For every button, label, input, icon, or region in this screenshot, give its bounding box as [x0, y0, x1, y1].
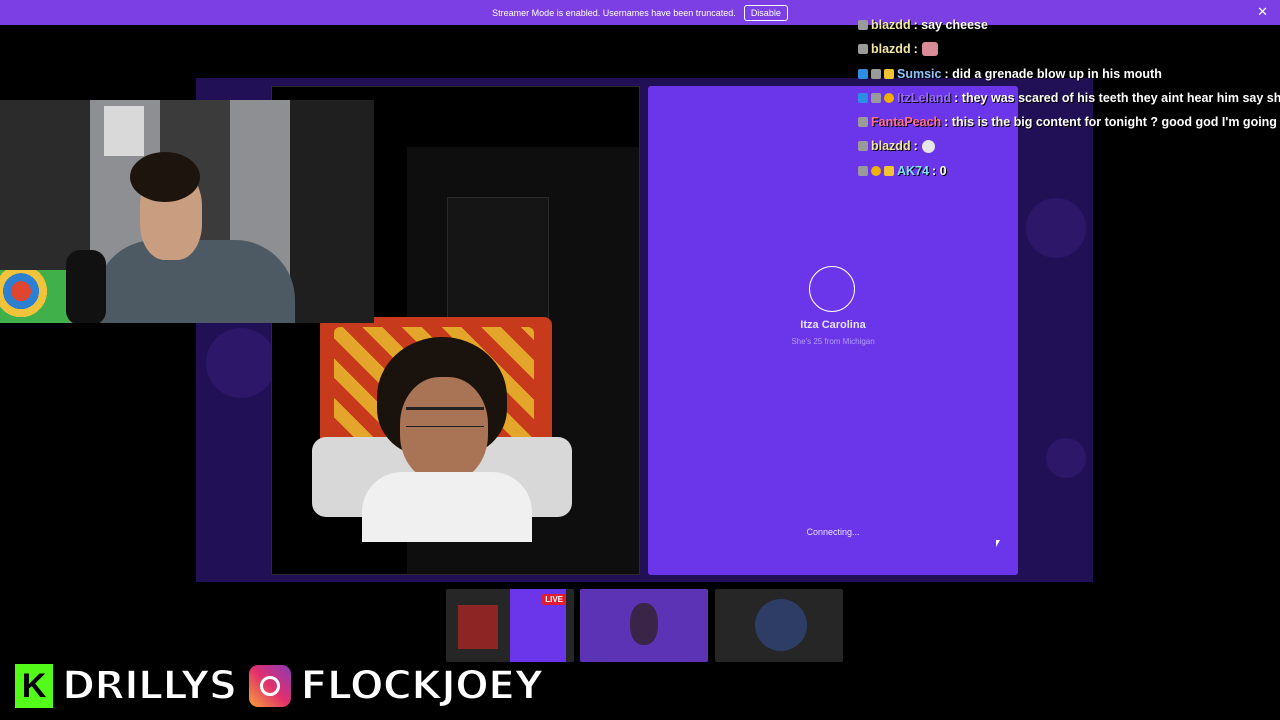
webcam-person-shirt [95, 240, 295, 323]
emote-icon [921, 42, 938, 56]
webcam-overlay [0, 100, 374, 323]
video-shelf [447, 197, 549, 319]
badge-icon [884, 166, 894, 176]
chat-text: : [913, 42, 918, 56]
badge-icon [858, 69, 868, 79]
streamer-mode-banner: Streamer Mode is enabled. Usernames have… [0, 0, 1280, 25]
thumbnail-live[interactable]: LIVE [446, 589, 574, 662]
chat-text: : [913, 139, 918, 153]
chat-message: Sumsic : did a grenade blow up in his mo… [858, 64, 1162, 84]
webcam-door [290, 100, 374, 323]
live-badge: LIVE [542, 594, 566, 605]
badge-icon [858, 117, 868, 127]
chat-message: ItzLeland : they was scared of his teeth… [858, 88, 1280, 108]
webcam-rug [0, 270, 70, 323]
chat-text: : this is the big content for tonight ? … [944, 115, 1280, 129]
thumbnail-face [630, 603, 658, 645]
mouse-cursor-icon [996, 540, 1000, 547]
chat-username: Sumsic [897, 67, 942, 81]
badge-icon [871, 93, 881, 103]
streamer-shirt [362, 472, 532, 542]
badge-icon [858, 141, 868, 151]
webcam-poster [104, 106, 144, 156]
chat-text: : say cheese [913, 18, 988, 32]
streamer-glasses [406, 407, 484, 427]
stage-decor [1046, 438, 1086, 478]
chat-text: : they was scared of his teeth they aint… [954, 91, 1280, 105]
close-icon[interactable]: ✕ [1257, 5, 1268, 19]
chat-username: FantaPeach [871, 115, 942, 129]
chat-text: : 0 [931, 164, 947, 178]
partner-subtitle: She's 25 from Michigan [791, 337, 875, 346]
chat-text: : did a grenade blow up in his mouth [944, 67, 1162, 81]
badge-icon [858, 166, 868, 176]
kick-logo-icon: K [12, 661, 56, 711]
social-handles: K DRILLYS FLOCKJOEY [12, 658, 544, 714]
thumbnail-image [458, 605, 498, 649]
instagram-handle: FLOCKJOEY [299, 662, 544, 710]
webcam-person-hair [130, 152, 200, 202]
badge-icon [858, 44, 868, 54]
badge-icon [884, 93, 894, 103]
chat-username: blazdd [871, 139, 911, 153]
skull-icon [921, 139, 935, 153]
chat-message: blazdd : say cheese [858, 15, 988, 35]
thumbnail-profile[interactable] [715, 589, 843, 662]
badge-icon [858, 93, 868, 103]
partner-avatar [809, 266, 855, 312]
chat-username: blazdd [871, 42, 911, 56]
badge-icon [858, 20, 868, 30]
thumbnail-avatar[interactable] [580, 589, 708, 662]
chat-username: blazdd [871, 18, 911, 32]
partner-panel: Itza Carolina She's 25 from Michigan Con… [648, 86, 1018, 575]
chat-username: AK74 [897, 164, 929, 178]
streamer-face [400, 377, 488, 482]
stage-decor [206, 328, 276, 398]
chat-message: AK74 : 0 [858, 161, 947, 181]
kick-handle: DRILLYS [61, 662, 238, 710]
disable-button[interactable]: Disable [743, 4, 788, 21]
chat-message: blazdd : [858, 39, 938, 59]
partner-name: Itza Carolina [800, 319, 866, 331]
chat-username: ItzLeland [897, 91, 952, 105]
thumbnail-circle [755, 599, 807, 651]
badge-icon [871, 69, 881, 79]
badge-icon [884, 69, 894, 79]
stream-thumbnails: LIVE [446, 589, 846, 663]
chat-message: FantaPeach : this is the big content for… [858, 112, 1280, 132]
chat-message: blazdd : [858, 136, 935, 156]
connection-status: Connecting... [806, 527, 860, 537]
instagram-logo-icon [246, 662, 295, 710]
streamer-mode-text: Streamer Mode is enabled. Usernames have… [492, 7, 736, 18]
stage-decor [1026, 198, 1086, 258]
badge-icon [871, 166, 881, 176]
microphone [66, 250, 106, 323]
